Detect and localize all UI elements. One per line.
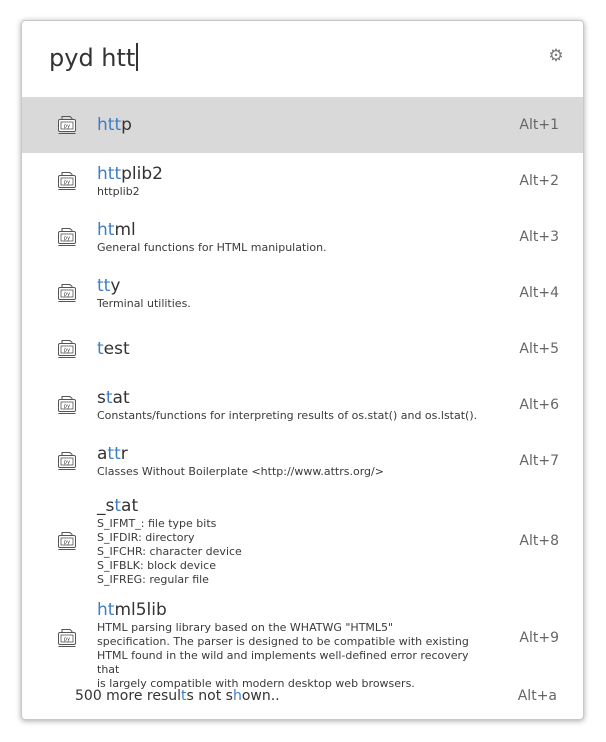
result-row[interactable]: py test Alt+5 <box>22 321 583 377</box>
python-file-icon: py <box>55 626 79 650</box>
result-shortcut: Alt+9 <box>519 630 559 646</box>
svg-text:py: py <box>64 637 70 643</box>
more-results-shortcut: Alt+a <box>517 688 557 704</box>
search-input[interactable]: pyd htt <box>49 43 139 73</box>
svg-text:py: py <box>64 540 70 546</box>
svg-text:py: py <box>64 404 70 410</box>
result-shortcut: Alt+7 <box>519 453 559 469</box>
result-text: http <box>97 114 493 136</box>
more-results-text: 500 more results not shown.. <box>75 688 280 704</box>
result-shortcut: Alt+8 <box>519 533 559 549</box>
result-description: HTML parsing library based on the WHATWG… <box>97 621 469 690</box>
python-file-icon: py <box>55 281 79 305</box>
python-file-icon: py <box>55 113 79 137</box>
python-file-icon: py <box>55 337 79 361</box>
result-title: _stat <box>97 496 139 516</box>
python-file-icon: py <box>55 529 79 553</box>
result-text: test <box>97 338 493 360</box>
result-shortcut: Alt+2 <box>519 173 559 189</box>
result-title: html <box>97 220 136 240</box>
result-row[interactable]: py stat Constants/functions for interpret… <box>22 377 583 433</box>
result-description: Constants/functions for interpreting res… <box>97 409 478 422</box>
result-shortcut: Alt+1 <box>519 117 559 133</box>
result-shortcut: Alt+4 <box>519 285 559 301</box>
launcher-window: pyd htt ⚙ py http Alt+1 py httplib2 httpli… <box>21 20 584 720</box>
result-title: tty <box>97 276 121 296</box>
text-caret <box>136 43 139 71</box>
result-row[interactable]: py tty Terminal utilities. Alt+4 <box>22 265 583 321</box>
result-row[interactable]: py html5lib HTML parsing library based on… <box>22 593 583 690</box>
result-shortcut: Alt+6 <box>519 397 559 413</box>
svg-text:py: py <box>64 180 70 186</box>
search-query-text: pyd htt <box>49 44 136 72</box>
result-title: html5lib <box>97 600 167 620</box>
result-text: tty Terminal utilities. <box>97 275 493 311</box>
result-text: _stat S_IFMT_: file type bits S_IFDIR: di… <box>97 495 493 587</box>
result-text: stat Constants/functions for interpreting… <box>97 387 493 423</box>
result-shortcut: Alt+5 <box>519 341 559 357</box>
result-description: Classes Without Boilerplate <http://www.… <box>97 465 384 478</box>
result-shortcut: Alt+3 <box>519 229 559 245</box>
result-text: html5lib HTML parsing library based on th… <box>97 599 493 691</box>
svg-text:py: py <box>64 124 70 130</box>
svg-text:py: py <box>64 460 70 466</box>
result-description: httplib2 <box>97 185 140 198</box>
python-file-icon: py <box>55 393 79 417</box>
result-text: html General functions for HTML manipulat… <box>97 219 493 255</box>
result-title: http <box>97 115 132 135</box>
result-description: Terminal utilities. <box>97 297 191 310</box>
svg-text:py: py <box>64 236 70 242</box>
result-description: S_IFMT_: file type bits S_IFDIR: directo… <box>97 517 242 586</box>
svg-text:py: py <box>64 348 70 354</box>
search-bar[interactable]: pyd htt ⚙ <box>22 21 583 97</box>
python-file-icon: py <box>55 449 79 473</box>
result-row[interactable]: py attr Classes Without Boilerplate <http… <box>22 433 583 489</box>
result-text: httplib2 httplib2 <box>97 163 493 199</box>
more-results-row[interactable]: 500 more results not shown.. Alt+a <box>22 686 583 708</box>
result-row[interactable]: py httplib2 httplib2 Alt+2 <box>22 153 583 209</box>
gear-icon[interactable]: ⚙ <box>547 47 565 65</box>
result-row[interactable]: py html General functions for HTML manipu… <box>22 209 583 265</box>
result-row[interactable]: py http Alt+1 <box>22 97 583 153</box>
result-title: test <box>97 339 130 359</box>
result-title: stat <box>97 388 130 408</box>
result-title: httplib2 <box>97 164 163 184</box>
result-description: General functions for HTML manipulation. <box>97 241 327 254</box>
svg-text:py: py <box>64 292 70 298</box>
result-row[interactable]: py _stat S_IFMT_: file type bits S_IFDIR:… <box>22 489 583 593</box>
result-text: attr Classes Without Boilerplate <http://… <box>97 443 493 479</box>
python-file-icon: py <box>55 225 79 249</box>
result-title: attr <box>97 444 128 464</box>
python-file-icon: py <box>55 169 79 193</box>
